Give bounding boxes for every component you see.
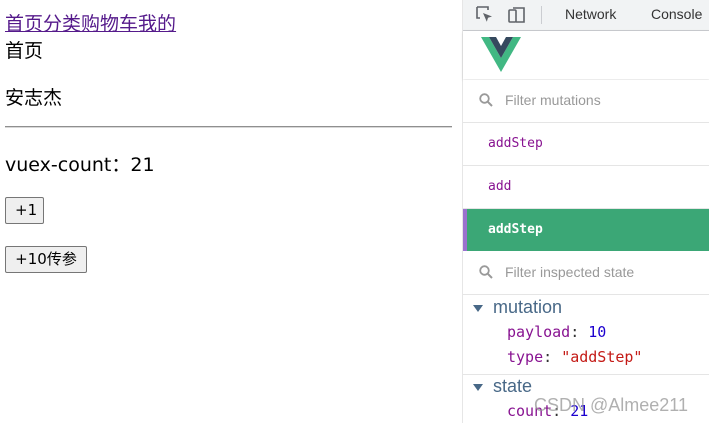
nav-links: 首页分类购物车我的 — [5, 9, 176, 36]
type-value: "addStep" — [561, 348, 643, 366]
payload-row: payload: 10 — [507, 323, 607, 341]
count-label: vuex-count： — [5, 154, 131, 176]
search-icon — [479, 265, 493, 279]
vue-devtools-header — [463, 31, 709, 79]
user-name-text: 安志杰 — [5, 87, 63, 109]
count-value: 21 — [130, 154, 155, 176]
nav-link-home[interactable]: 首页 — [5, 13, 43, 35]
type-row: type: "addStep" — [507, 348, 643, 366]
nav-link-category[interactable]: 分类 — [43, 13, 81, 35]
collapse-arrow-icon — [473, 304, 483, 312]
mutation-item-active[interactable]: addStep — [463, 209, 709, 251]
payload-value: 10 — [588, 323, 607, 341]
mutation-section-title: mutation — [493, 297, 563, 317]
state-section-title: state — [493, 376, 533, 396]
devtools-panel: Network Console Filter mutations addStep… — [462, 0, 709, 423]
collapse-arrow-icon — [473, 383, 483, 391]
payload-key: payload — [507, 323, 571, 341]
toolbar-separator — [541, 6, 542, 24]
devtools-toolbar: Network Console — [463, 0, 709, 31]
mutation-name: addStep — [488, 222, 543, 237]
app-page: 首页分类购物车我的 首页 安志杰 vuex-count：21 +1 +10传参 — [0, 0, 462, 423]
tab-console[interactable]: Console — [651, 6, 702, 22]
filter-mutations-placeholder: Filter mutations — [505, 92, 601, 108]
section-divider — [463, 374, 709, 375]
divider — [5, 126, 452, 128]
nav-link-cart[interactable]: 购物车 — [81, 13, 138, 35]
filter-mutations[interactable]: Filter mutations — [463, 80, 709, 123]
vuex-count-display: vuex-count：21 — [5, 150, 155, 177]
filter-state-placeholder: Filter inspected state — [505, 264, 635, 280]
filter-inspected-state[interactable]: Filter inspected state — [463, 252, 709, 295]
mutation-name: addStep — [488, 136, 543, 151]
watermark: CSDN @Almee211 — [534, 395, 688, 415]
mutation-item[interactable]: add — [463, 166, 709, 209]
add-one-button[interactable]: +1 — [5, 197, 44, 224]
device-toolbar-icon[interactable] — [507, 5, 527, 25]
mutation-item[interactable]: addStep — [463, 123, 709, 166]
type-key: type — [507, 348, 544, 366]
route-view-text: 首页 — [5, 40, 44, 62]
tab-network[interactable]: Network — [565, 6, 616, 22]
vue-logo — [481, 37, 521, 72]
search-icon — [479, 93, 493, 107]
nav-link-mine[interactable]: 我的 — [138, 13, 176, 35]
state-section-toggle[interactable]: state — [473, 376, 532, 397]
add-ten-button[interactable]: +10传参 — [5, 246, 87, 273]
mutation-name: add — [488, 179, 512, 194]
mutation-section-toggle[interactable]: mutation — [473, 297, 562, 318]
inspect-element-icon[interactable] — [475, 5, 495, 25]
